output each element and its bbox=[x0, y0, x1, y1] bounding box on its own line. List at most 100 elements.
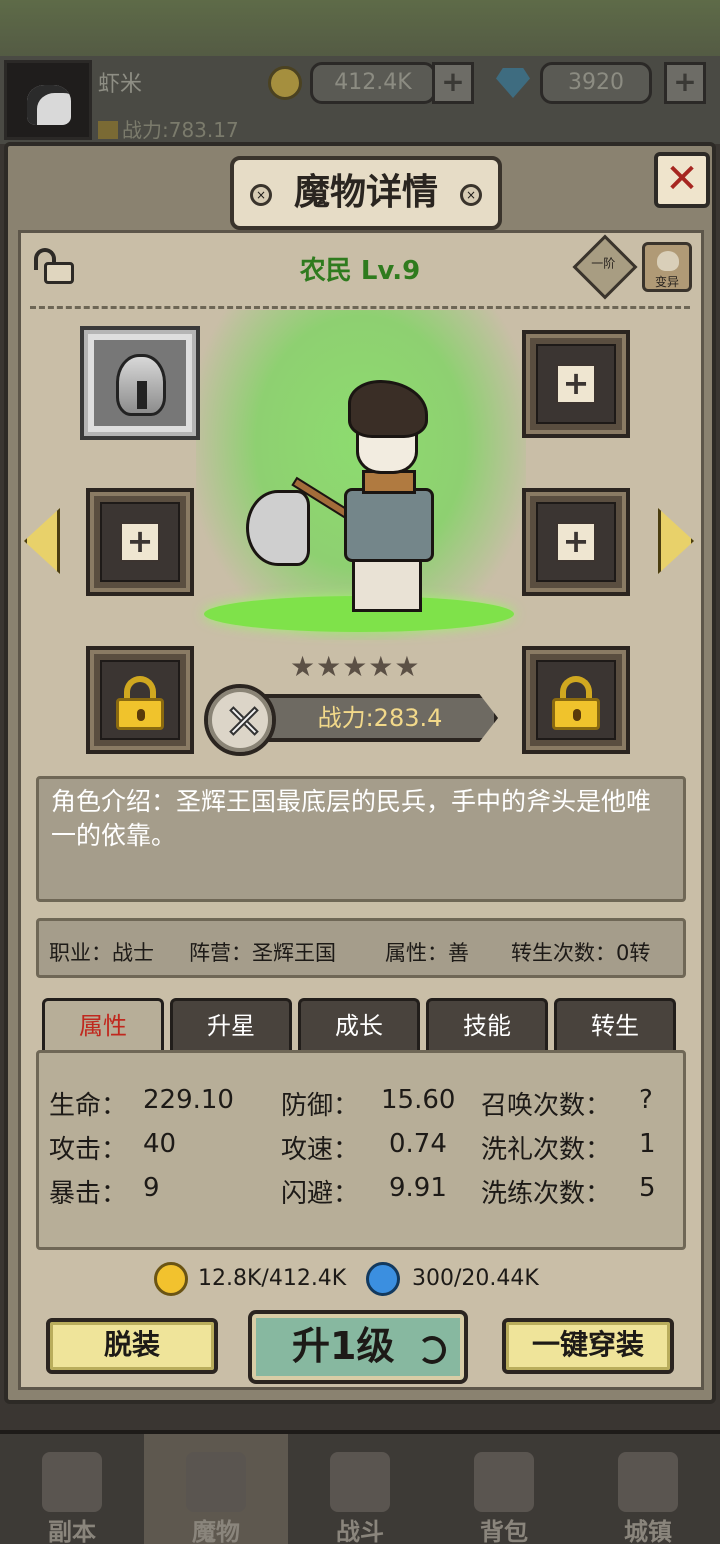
padlock-body bbox=[44, 262, 74, 284]
detail-tabs: 属性 升星 成长 技能 转生 bbox=[42, 998, 678, 1052]
add-gem-button[interactable]: + bbox=[664, 62, 706, 104]
slot-inner bbox=[94, 340, 186, 426]
character-info-row: 职业：战士 阵营：圣辉王国 属性：善 转生次数：0转 bbox=[36, 918, 686, 978]
stat-summon-label: 召唤次数： bbox=[481, 1091, 612, 1121]
stat-hp-label: 生命： bbox=[49, 1091, 128, 1121]
stat-atk-label: 攻击： bbox=[49, 1135, 128, 1165]
panel-title: 魔物详情 bbox=[293, 172, 438, 213]
top-hud: 虾米 战力:783.17 412.4K + 3920 + bbox=[0, 56, 720, 144]
helmet-icon bbox=[186, 1452, 246, 1512]
gem-icon bbox=[496, 68, 530, 98]
player-avatar[interactable] bbox=[4, 60, 92, 140]
stat-def-value: 15.60 bbox=[381, 1085, 456, 1115]
stat-hp-value: 229.10 bbox=[143, 1085, 234, 1115]
tab-skills[interactable]: 技能 bbox=[426, 998, 548, 1052]
character-torso bbox=[344, 488, 434, 562]
star-rating: ★★★★★ bbox=[290, 650, 421, 683]
shop-icon bbox=[618, 1452, 678, 1512]
bottom-nav: 副本 魔物 战斗 背包 城镇 bbox=[0, 1430, 720, 1544]
stat-refine-label: 洗练次数： bbox=[481, 1179, 612, 1209]
nav-battle-label: 战斗 bbox=[336, 1518, 384, 1544]
panel-title-plate: × 魔物详情 × bbox=[230, 156, 502, 230]
tab-growth[interactable]: 成长 bbox=[298, 998, 420, 1052]
gold-coin-icon bbox=[268, 66, 302, 100]
crossed-swords-icon bbox=[204, 684, 276, 756]
stat-summon-value: ? bbox=[639, 1085, 653, 1115]
equip-slot-locked[interactable] bbox=[522, 646, 630, 754]
padlock-icon bbox=[116, 676, 164, 730]
axe-blade bbox=[246, 490, 310, 566]
plus-icon: + bbox=[556, 364, 596, 404]
info-alignment: 属性：善 bbox=[385, 941, 469, 965]
player-name: 虾米 bbox=[98, 72, 143, 97]
padlock-body bbox=[116, 698, 164, 730]
gold-cost: 12.8K/412.4K bbox=[198, 1266, 347, 1291]
divider bbox=[30, 306, 690, 309]
unit-name-level: 农民 Lv.9 bbox=[299, 256, 421, 286]
nav-monsters[interactable]: 魔物 bbox=[144, 1434, 288, 1544]
nav-dungeon[interactable]: 副本 bbox=[0, 1434, 144, 1544]
level-up-label: 升1级 bbox=[292, 1324, 395, 1368]
stat-atk-value: 40 bbox=[143, 1129, 177, 1159]
close-button[interactable]: ✕ bbox=[654, 152, 710, 208]
stat-baptism-value: 1 bbox=[639, 1129, 656, 1159]
map-scroll-icon bbox=[42, 1452, 102, 1512]
equip-slot-locked[interactable] bbox=[86, 646, 194, 754]
stat-crit-label: 暴击： bbox=[49, 1179, 128, 1209]
gold-amount: 412.4K bbox=[310, 62, 436, 104]
crossed-swords-icon bbox=[330, 1452, 390, 1512]
stat-def-label: 防御： bbox=[281, 1091, 360, 1121]
tab-attributes[interactable]: 属性 bbox=[42, 998, 164, 1052]
stats-panel: 生命： 229.10 防御： 15.60 召唤次数： ? 攻击： 40 攻速： … bbox=[36, 1050, 686, 1250]
nav-backpack[interactable]: 背包 bbox=[432, 1434, 576, 1544]
unequip-button[interactable]: 脱装 bbox=[46, 1318, 218, 1374]
stat-dodge-value: 9.91 bbox=[389, 1173, 447, 1203]
stat-spd-label: 攻速： bbox=[281, 1135, 360, 1165]
map-background bbox=[0, 0, 720, 56]
info-faction: 阵营：圣辉王国 bbox=[189, 941, 336, 965]
auto-cycle-icon bbox=[418, 1336, 446, 1364]
gold-coin-icon bbox=[154, 1262, 188, 1296]
upgrade-cost: 12.8K/412.4K 300/20.44K bbox=[154, 1262, 574, 1296]
unlocked-padlock-icon[interactable] bbox=[32, 248, 76, 284]
nav-town[interactable]: 城镇 bbox=[576, 1434, 720, 1544]
equip-slot-helmet[interactable] bbox=[80, 326, 200, 440]
plus-icon: + bbox=[120, 522, 160, 562]
info-rebirths: 转生次数：0转 bbox=[511, 941, 651, 965]
player-power-value: 战力:783.17 bbox=[122, 118, 239, 142]
equip-slot-empty[interactable]: + bbox=[86, 488, 194, 596]
tier-label: 一阶 bbox=[591, 256, 616, 271]
stat-crit-value: 9 bbox=[143, 1173, 160, 1203]
character-legs bbox=[352, 556, 422, 612]
equip-slot-empty[interactable]: + bbox=[522, 488, 630, 596]
tab-rebirth[interactable]: 转生 bbox=[554, 998, 676, 1052]
equip-slot-empty[interactable]: + bbox=[522, 330, 630, 438]
exp-orb-icon bbox=[366, 1262, 400, 1296]
player-power: 战力:783.17 bbox=[98, 114, 239, 143]
equip-all-button[interactable]: 一键穿装 bbox=[502, 1318, 674, 1374]
stat-spd-value: 0.74 bbox=[389, 1129, 447, 1159]
mutate-button[interactable]: 变异 bbox=[642, 242, 692, 292]
backpack-icon bbox=[474, 1452, 534, 1512]
nav-dungeon-label: 副本 bbox=[48, 1518, 96, 1544]
stat-baptism-label: 洗礼次数： bbox=[481, 1135, 612, 1165]
power-icon bbox=[98, 121, 118, 139]
character-description: 角色介绍：圣辉王国最底层的民兵，手中的斧头是他唯一的依靠。 bbox=[36, 776, 686, 902]
padlock-body bbox=[552, 698, 600, 730]
helmet-icon bbox=[116, 354, 166, 416]
info-class: 职业：战士 bbox=[49, 941, 154, 965]
gem-amount: 3920 bbox=[540, 62, 652, 104]
tab-star-up[interactable]: 升星 bbox=[170, 998, 292, 1052]
padlock-icon bbox=[552, 676, 600, 730]
nav-backpack-label: 背包 bbox=[480, 1518, 528, 1544]
bolt-icon: × bbox=[250, 184, 272, 206]
nav-battle[interactable]: 战斗 bbox=[288, 1434, 432, 1544]
level-up-button[interactable]: 升1级 bbox=[248, 1310, 468, 1384]
nav-town-label: 城镇 bbox=[624, 1518, 672, 1544]
plus-icon: + bbox=[556, 522, 596, 562]
stat-dodge-label: 闪避： bbox=[281, 1179, 360, 1209]
exp-cost: 300/20.44K bbox=[412, 1266, 539, 1291]
add-gold-button[interactable]: + bbox=[432, 62, 474, 104]
peasant-character bbox=[246, 380, 466, 616]
character-hair bbox=[348, 380, 428, 438]
